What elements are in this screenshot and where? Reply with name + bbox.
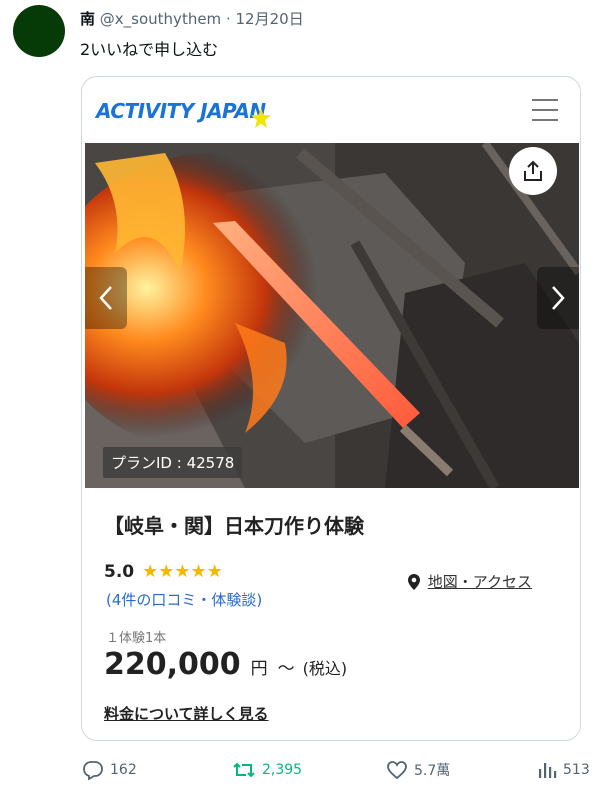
share-button[interactable] — [509, 147, 557, 195]
retweet-count: 2,395 — [262, 762, 303, 778]
logo-star-icon — [251, 108, 271, 128]
header-separator: · — [225, 10, 231, 28]
rating-row: 5.0 ★★★★★ — [104, 561, 223, 582]
forge-photo — [85, 143, 579, 488]
retweet-icon — [233, 762, 255, 778]
author-name[interactable]: 南 — [80, 10, 95, 28]
price-value: 220,000 — [104, 647, 241, 682]
reply-count: 162 — [110, 762, 137, 778]
heart-icon — [387, 761, 407, 780]
reply-icon — [83, 761, 103, 780]
plan-id-badge: プランID : 42578 — [103, 447, 243, 478]
author-handle[interactable]: @x_southythem — [100, 10, 221, 28]
share-icon — [524, 160, 542, 181]
activity-japan-logo[interactable]: ACTIVITY JAPAN — [96, 99, 266, 123]
unit-label: １体験1本 — [106, 631, 167, 646]
price-row: 220,000 円 〜 (税込) — [104, 647, 347, 682]
tweet-actions: 162 2,395 5.7萬 513 — [0, 760, 594, 786]
carousel-next-button[interactable] — [537, 267, 579, 329]
retweet-button[interactable]: 2,395 — [232, 760, 302, 780]
link-card[interactable]: ACTIVITY JAPAN プランID: 42578 【岐阜・関】日本刀作り… — [81, 76, 581, 741]
currency-label: 円 — [250, 659, 268, 679]
avatar[interactable] — [13, 5, 65, 57]
views-icon — [539, 763, 557, 778]
hero-image[interactable]: プランID : 42578 — [85, 143, 579, 488]
map-access-label[interactable]: 地図・アクセス — [428, 571, 532, 592]
fee-details-link[interactable]: 料金について詳しく見る — [104, 703, 269, 724]
chevron-left-icon — [99, 286, 112, 310]
reviews-link[interactable]: (4件の口コミ・体験談) — [106, 589, 262, 610]
reply-button[interactable]: 162 — [82, 760, 137, 780]
activity-title[interactable]: 【岐阜・関】日本刀作り体験 — [104, 510, 364, 539]
tweet-date[interactable]: 12月20日 — [236, 10, 304, 28]
like-button[interactable]: 5.7萬 — [386, 760, 450, 780]
rating-value: 5.0 — [104, 561, 135, 582]
price-tilde: 〜 — [277, 659, 295, 679]
carousel-prev-button[interactable] — [85, 267, 127, 329]
map-pin-icon — [407, 573, 420, 590]
tweet-text: 2いいねで申し込む — [80, 40, 219, 59]
like-count: 5.7萬 — [414, 763, 451, 779]
star-rating: ★★★★★ — [142, 561, 223, 582]
views-button[interactable]: 513 — [537, 760, 590, 780]
tax-note: (税込) — [302, 659, 348, 678]
tweet-header: 南 @x_southythem · 12月20日 — [80, 8, 304, 29]
chevron-right-icon — [552, 286, 565, 310]
views-count: 513 — [563, 762, 590, 778]
map-access-link[interactable]: 地図・アクセス — [407, 571, 532, 592]
menu-icon[interactable] — [532, 99, 558, 123]
